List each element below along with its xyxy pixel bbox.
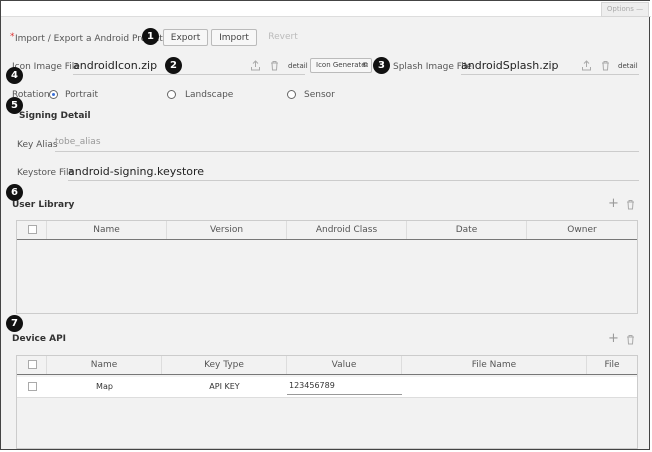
key-alias-field[interactable]: tobe_alias — [55, 137, 639, 152]
select-all-cell — [17, 221, 47, 239]
table-row[interactable]: Map API KEY 123456789 — [17, 377, 637, 398]
cell-value[interactable]: 123456789 — [287, 377, 402, 395]
select-all-checkbox[interactable] — [28, 225, 37, 234]
cell-name: Map — [96, 382, 113, 391]
column-header-owner[interactable]: Owner — [527, 221, 637, 239]
rotation-portrait-label: Portrait — [65, 90, 99, 100]
callout-badge-2: 2 — [165, 57, 182, 74]
keystore-file-field[interactable]: android-signing.keystore — [68, 165, 639, 181]
table-header: Name Key Type Value File Name File — [17, 356, 637, 375]
select-all-checkbox[interactable] — [28, 360, 37, 369]
rotation-landscape-label: Landscape — [185, 90, 234, 100]
callout-badge-3: 3 — [373, 57, 390, 74]
export-button[interactable]: Export — [163, 29, 208, 46]
callout-badge-7: 7 — [6, 315, 23, 332]
rotation-landscape-radio[interactable] — [167, 90, 176, 99]
device-api-table: Name Key Type Value File Name File Map A… — [16, 355, 638, 449]
icon-image-label: Icon Image File — [12, 62, 80, 72]
select-all-cell — [17, 356, 47, 374]
external-link-icon: ⧉ — [363, 61, 368, 69]
upload-icon[interactable] — [581, 60, 592, 71]
upload-icon[interactable] — [250, 60, 261, 71]
column-header-android-class[interactable]: Android Class — [287, 221, 407, 239]
callout-badge-4: 4 — [6, 67, 23, 84]
icon-image-value: androidIcon.zip — [73, 59, 158, 72]
splash-image-value: androidSplash.zip — [461, 59, 559, 72]
icon-generate-button[interactable]: Icon Generate ⧉ — [310, 58, 372, 73]
trash-icon[interactable] — [269, 60, 280, 71]
add-icon[interactable]: + — [608, 332, 619, 345]
keystore-file-label: Keystore File — [17, 168, 75, 178]
signing-detail-title: Signing Detail — [19, 111, 91, 121]
keystore-file-value: android-signing.keystore — [68, 165, 205, 178]
cell-file — [587, 377, 637, 397]
splash-detail-link[interactable]: detail — [618, 62, 638, 70]
callout-badge-1: 1 — [142, 28, 159, 45]
revert-button[interactable]: Revert — [263, 29, 303, 46]
table-header: Name Version Android Class Date Owner — [17, 221, 637, 240]
top-strip: Options — — [1, 1, 651, 17]
cell-key-type: API KEY — [209, 382, 240, 391]
device-api-title: Device API — [12, 334, 67, 344]
trash-icon[interactable] — [600, 60, 611, 71]
user-library-table: Name Version Android Class Date Owner — [16, 220, 638, 314]
splash-image-field[interactable]: androidSplash.zip — [461, 59, 639, 75]
column-header-file-name[interactable]: File Name — [402, 356, 587, 374]
column-header-file[interactable]: File — [587, 356, 637, 374]
rotation-sensor-radio[interactable] — [287, 90, 296, 99]
column-header-date[interactable]: Date — [407, 221, 527, 239]
column-header-name[interactable]: Name — [47, 356, 162, 374]
project-import-export-label: Import / Export a Android Project — [15, 34, 163, 44]
icon-generate-label: Icon Generate — [316, 61, 366, 69]
key-alias-value: tobe_alias — [55, 137, 101, 147]
add-icon[interactable]: + — [608, 197, 619, 210]
icon-detail-link[interactable]: detail — [288, 62, 308, 70]
trash-icon[interactable] — [625, 199, 636, 210]
trash-icon[interactable] — [625, 334, 636, 345]
column-header-version[interactable]: Version — [167, 221, 287, 239]
column-header-key-type[interactable]: Key Type — [162, 356, 287, 374]
options-button[interactable]: Options — — [601, 2, 649, 17]
cell-file-name — [402, 377, 587, 397]
rotation-portrait-radio[interactable] — [49, 90, 58, 99]
callout-badge-6: 6 — [6, 184, 23, 201]
row-checkbox[interactable] — [28, 382, 37, 391]
project-settings-panel: Options — * Import / Export a Android Pr… — [0, 0, 651, 450]
rotation-sensor-label: Sensor — [304, 90, 335, 100]
user-library-title: User Library — [12, 200, 75, 210]
column-header-name[interactable]: Name — [47, 221, 167, 239]
key-alias-label: Key Alias — [17, 140, 58, 150]
splash-image-label: Splash Image File — [393, 62, 472, 72]
required-mark: * — [10, 32, 15, 42]
column-header-value[interactable]: Value — [287, 356, 402, 374]
import-button[interactable]: Import — [211, 29, 257, 46]
